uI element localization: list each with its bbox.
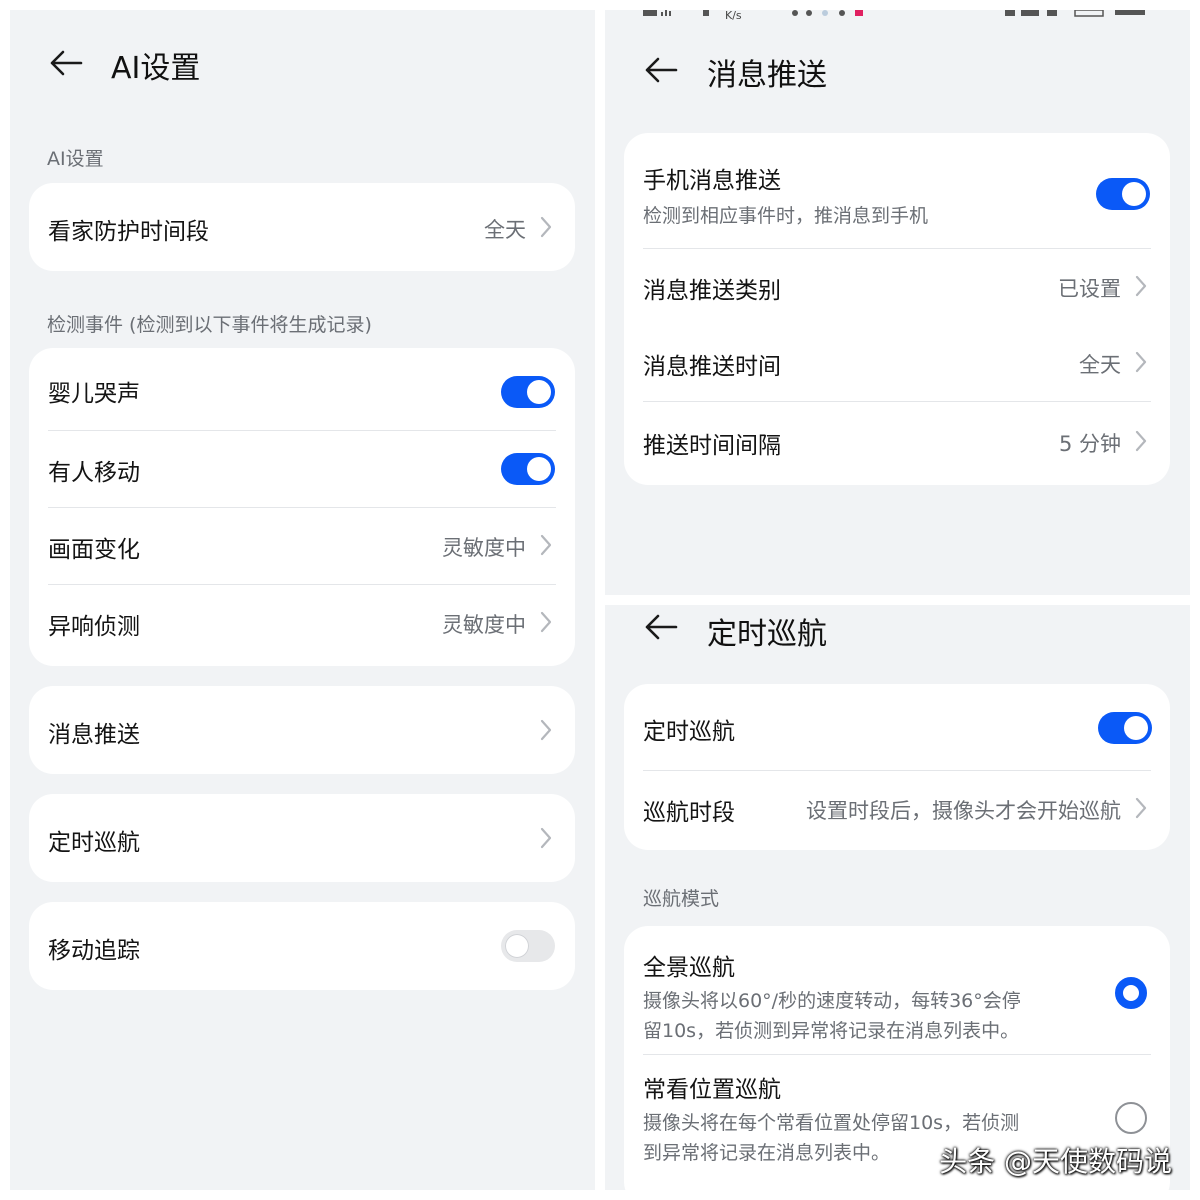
timed-cruise-card: 定时巡航	[29, 794, 575, 882]
detect-row-frame-change[interactable]: 画面变化 灵敏度中	[29, 507, 575, 583]
chevron-right-icon	[540, 611, 552, 633]
status-icons-right	[1005, 10, 1145, 17]
msg-push-card: 消息推送	[29, 686, 575, 774]
detect-row-person-move[interactable]: 有人移动	[29, 430, 575, 506]
header: AI设置	[10, 23, 595, 103]
motion-track-card: 移动追踪	[29, 902, 575, 990]
baby-cry-toggle[interactable]	[501, 376, 555, 408]
row-label: 手机消息推送	[643, 168, 781, 194]
arrow-left-icon	[50, 50, 83, 76]
row-value: 5 分钟	[1058, 432, 1121, 456]
row-desc-line2: 留10s，若侦测到异常将记录在消息列表中。	[643, 1020, 1020, 1042]
section-label-detect: 检测事件 (检测到以下事件将生成记录)	[47, 314, 372, 336]
chevron-right-icon	[540, 534, 552, 556]
row-label: 有人移动	[48, 460, 140, 486]
push-interval-row[interactable]: 推送时间间隔 5 分钟	[624, 402, 1170, 482]
row-desc: 检测到相应事件时，推消息到手机	[643, 205, 929, 227]
section-label-mode: 巡航模式	[643, 888, 720, 910]
chevron-right-icon	[1135, 275, 1147, 297]
row-value: 全天	[484, 218, 526, 242]
motion-track-row[interactable]: 移动追踪	[29, 902, 575, 990]
row-label: 婴儿哭声	[48, 381, 140, 407]
status-bar: K/s	[605, 10, 1190, 22]
row-label: 推送时间间隔	[643, 433, 781, 459]
detect-events-card: 婴儿哭声 有人移动 画面变化 灵敏度中 异响侦测 灵敏度中	[29, 348, 575, 666]
protect-period-card: 看家防护时间段 全天	[29, 183, 575, 271]
cruise-period-row[interactable]: 巡航时段 设置时段后，摄像头才会开始巡航	[624, 771, 1170, 849]
page-title: 定时巡航	[707, 617, 827, 652]
arrow-left-icon	[645, 614, 678, 640]
radio-icon[interactable]	[1115, 1102, 1147, 1134]
row-desc-line2: 到异常将记录在消息列表中。	[643, 1142, 891, 1164]
msg-push-row[interactable]: 消息推送	[29, 686, 575, 774]
row-label: 定时巡航	[643, 719, 735, 745]
row-label: 消息推送类别	[643, 278, 781, 304]
detect-row-abnormal-sound[interactable]: 异响侦测 灵敏度中	[29, 584, 575, 664]
row-desc-line1: 摄像头将在每个常看位置处停留10s，若侦测	[643, 1112, 1020, 1134]
row-desc-line1: 摄像头将以60°/秒的速度转动，每转36°会停	[643, 990, 1021, 1012]
row-value: 全天	[1079, 353, 1121, 377]
page-title: AI设置	[111, 51, 201, 86]
row-value: 设置时段后，摄像头才会开始巡航	[806, 799, 1121, 823]
cruise-row[interactable]: 定时巡航	[624, 684, 1170, 770]
cruise-toggle[interactable]	[1098, 712, 1152, 744]
ai-settings-screen: AI设置 AI设置 看家防护时间段 全天 检测事件 (检测到以下事件将生成记录)…	[10, 10, 595, 1190]
chevron-right-icon	[540, 719, 552, 741]
row-label: 常看位置巡航	[643, 1077, 781, 1103]
push-type-row[interactable]: 消息推送类别 已设置	[624, 249, 1170, 325]
row-label: 全景巡航	[643, 955, 735, 981]
motion-track-toggle[interactable]	[501, 930, 555, 962]
phone-push-toggle[interactable]	[1096, 178, 1150, 210]
chevron-right-icon	[1135, 351, 1147, 373]
protect-period-row[interactable]: 看家防护时间段 全天	[29, 183, 575, 271]
person-move-toggle[interactable]	[501, 453, 555, 485]
chevron-right-icon	[1135, 430, 1147, 452]
status-speed: K/s	[725, 10, 742, 22]
page-title: 消息推送	[707, 58, 827, 93]
row-label: 消息推送时间	[643, 354, 781, 380]
row-label: 画面变化	[48, 537, 140, 563]
row-label: 消息推送	[48, 722, 140, 748]
row-value: 已设置	[1058, 277, 1121, 301]
row-label: 巡航时段	[643, 800, 735, 826]
chevron-right-icon	[540, 827, 552, 849]
cruise-card: 定时巡航 巡航时段 设置时段后，摄像头才会开始巡航	[624, 684, 1170, 850]
chevron-right-icon	[540, 216, 552, 238]
arrow-left-icon	[645, 57, 678, 83]
row-value: 灵敏度中	[442, 536, 526, 560]
row-label: 移动追踪	[48, 938, 140, 964]
detect-row-baby-cry[interactable]: 婴儿哭声	[29, 348, 575, 428]
row-label: 异响侦测	[48, 614, 140, 640]
row-label: 看家防护时间段	[48, 219, 209, 245]
watermark: 头条 @天使数码说	[939, 1145, 1172, 1178]
section-label-ai: AI设置	[47, 148, 104, 170]
back-button[interactable]	[44, 41, 88, 85]
timed-cruise-row[interactable]: 定时巡航	[29, 794, 575, 882]
radio-icon[interactable]	[1115, 977, 1147, 1009]
phone-push-row[interactable]: 手机消息推送 检测到相应事件时，推消息到手机	[624, 133, 1170, 247]
chevron-right-icon	[1135, 797, 1147, 819]
back-button[interactable]	[639, 48, 683, 92]
back-button[interactable]	[639, 605, 683, 649]
row-value: 灵敏度中	[442, 613, 526, 637]
mode-row-panorama[interactable]: 全景巡航 摄像头将以60°/秒的速度转动，每转36°会停 留10s，若侦测到异常…	[624, 926, 1170, 1050]
status-icons	[643, 10, 863, 16]
divider	[643, 1054, 1151, 1055]
message-push-screen: K/s 消息推送 手机消息推送 检测到相应事件时，推消息到手机 消息推送类别 已…	[605, 10, 1190, 595]
row-label: 定时巡航	[48, 830, 140, 856]
push-time-row[interactable]: 消息推送时间 全天	[624, 325, 1170, 401]
timed-cruise-screen: 定时巡航 定时巡航 巡航时段 设置时段后，摄像头才会开始巡航 巡航模式 全景巡航…	[605, 605, 1190, 1190]
push-settings-card: 手机消息推送 检测到相应事件时，推消息到手机 消息推送类别 已设置 消息推送时间…	[624, 133, 1170, 485]
